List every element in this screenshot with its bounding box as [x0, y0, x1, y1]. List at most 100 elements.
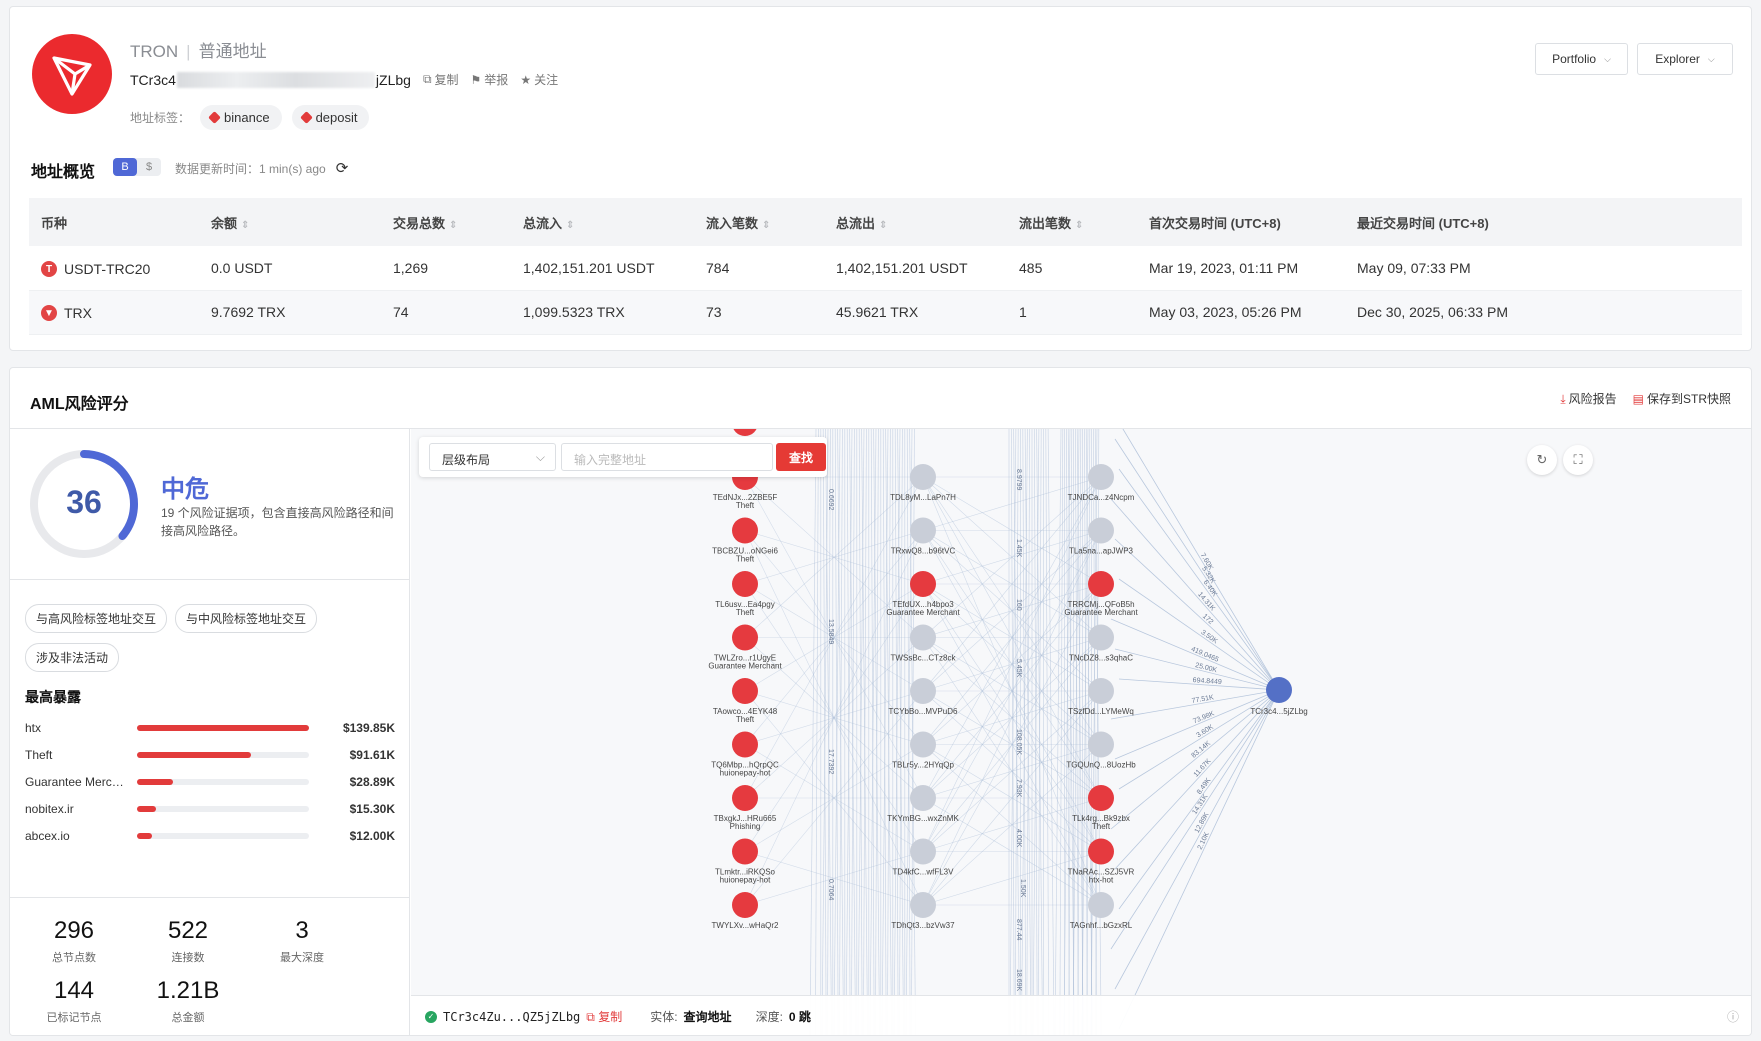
col-inflow-count[interactable]: 流入笔数 ⇕ [694, 198, 824, 246]
refresh-icon: ↻ [1536, 452, 1548, 467]
sort-icon: ⇕ [449, 219, 458, 231]
exposure-bar-fill [137, 724, 309, 731]
exposure-name: htx [25, 720, 42, 735]
exposure-name: abcex.io [25, 828, 70, 843]
reset-view-button[interactable]: ↻ [1527, 445, 1557, 475]
entity-label: 实体: [650, 1010, 678, 1024]
graph-toolbar: 层级布局 ⌵ 输入完整地址 查找 [419, 437, 827, 477]
graph-edge [827, 429, 831, 1035]
search-button[interactable]: 查找 [776, 443, 826, 471]
info-icon[interactable]: ⓘ [1727, 1008, 1739, 1025]
edge-label: 13.5849 [827, 619, 834, 644]
chip-illegal-activity[interactable]: 涉及非法活动 [25, 643, 120, 672]
fullscreen-button[interactable]: ⛶ [1563, 445, 1593, 475]
graph-canvas[interactable]: 7.60K5.32K6.40K14.31K1723.50K419.046525.… [411, 429, 1752, 1036]
toggle-usd[interactable]: $ [137, 158, 161, 176]
node-label: TJNDCa...z4Ncpm [1068, 493, 1135, 502]
tag-deposit[interactable]: deposit [291, 105, 370, 130]
report-button[interactable]: ⚑ 举报 [471, 71, 509, 88]
node-tag: Phishing [730, 822, 761, 831]
address-node [910, 892, 936, 918]
cell: 1,402,151.201 USDT [511, 246, 694, 291]
edge-label: 877.44 [1015, 919, 1022, 941]
chain-name: TRON [130, 42, 179, 61]
risk-node [732, 517, 758, 544]
risk-node [732, 624, 758, 651]
exposure-row[interactable]: abcex.io $12.00K [25, 822, 395, 849]
currency-toggle[interactable]: B $ [113, 158, 161, 176]
edge-label: 0.7064 [827, 879, 834, 901]
address-prefix: TCr3c4 [130, 71, 176, 88]
chip-high-risk-interaction[interactable]: 与高风险标签地址交互 [25, 604, 168, 633]
transaction-graph[interactable]: 7.60K 5.32K 6.40K 14.31K 172 3.50K 419.0465 25.… [411, 429, 1752, 1036]
cell: May 03, 2023, 05:26 PM [1137, 290, 1345, 335]
exposure-row[interactable]: Theft $91.61K [25, 741, 395, 768]
graph-edge [851, 429, 855, 1035]
exposure-row[interactable]: nobitex.ir $15.30K [25, 795, 395, 822]
tags-label: 地址标签： [130, 111, 191, 125]
edge-label: 108.05K [1015, 729, 1022, 755]
risk-node [733, 429, 757, 436]
node-label: TLa5na...apJWP3 [1069, 547, 1134, 556]
toggle-btc[interactable]: B [113, 158, 137, 176]
col-tx-count[interactable]: 交易总数 ⇕ [381, 198, 511, 246]
cell: 1,269 [381, 246, 511, 291]
graph-edge [809, 429, 817, 1035]
exposure-bar-fill [137, 751, 251, 758]
exposure-list: htx $139.85K Theft $91.61K Guarantee Merchan… [25, 714, 395, 849]
risk-report-button[interactable]: ⤓ 风险报告 [1560, 390, 1616, 407]
selected-address: TCr3c4Zu...QZ5jZLbg [443, 1009, 581, 1024]
aml-card: AML风险评分 ⤓ 风险报告 ▤ 保存到STR快照 36 中危 19 个风险证据项，… [9, 367, 1752, 1036]
address-tags: 地址标签： binance deposit [130, 105, 370, 130]
exposure-name: nobitex.ir [25, 801, 74, 816]
flag-icon: ⚑ [470, 72, 482, 87]
col-outflow[interactable]: 总流出 ⇕ [824, 198, 1007, 246]
chevron-down-icon: ⌵ [1604, 53, 1611, 64]
tag-binance[interactable]: binance [200, 105, 282, 130]
address-search-input[interactable]: 输入完整地址 [561, 443, 773, 471]
copy-address-button[interactable]: ⧉ 复制 [423, 71, 459, 88]
refresh-icon[interactable]: ⟳ [336, 159, 349, 177]
cell: 74 [381, 290, 511, 335]
node-tag: Theft [736, 608, 755, 617]
chip-medium-risk-interaction[interactable]: 与中风险标签地址交互 [175, 604, 318, 633]
exposure-title: 最高暴露 [25, 689, 81, 705]
fullscreen-icon: ⛶ [1573, 452, 1583, 467]
depth-value: 0 跳 [788, 1010, 811, 1024]
col-inflow[interactable]: 总流入 ⇕ [511, 198, 694, 246]
chevron-down-icon: ⌵ [535, 450, 545, 464]
node-tag: Guarantee Merchant [886, 608, 960, 617]
node-label: TWYLXv...wHaQr2 [712, 921, 780, 930]
col-balance[interactable]: 余额 ⇕ [199, 198, 381, 246]
col-outflow-count[interactable]: 流出笔数 ⇕ [1007, 198, 1137, 246]
edge-label: 0.6692 [827, 489, 834, 511]
address-suffix: jZLbg [375, 71, 411, 88]
save-str-button[interactable]: ▤ 保存到STR快照 [1633, 390, 1731, 407]
cell: 1,099.5323 TRX [511, 290, 694, 335]
explorer-dropdown[interactable]: Explorer ⌵ [1637, 43, 1733, 75]
exposure-row[interactable]: htx $139.85K [25, 714, 395, 741]
edge-label: 160 [1015, 599, 1022, 611]
graph-edge [863, 429, 867, 1035]
copy-selected-button[interactable]: ⧉ 复制 [586, 1008, 622, 1025]
edge-label: 14.31K [1191, 793, 1209, 816]
exposure-row[interactable]: Guarantee Merchant $28.89K [25, 768, 395, 795]
star-icon: ★ [520, 72, 532, 87]
node-label: TSzfDd...LYMeWq [1068, 707, 1134, 716]
follow-button[interactable]: ★ 关注 [520, 71, 558, 88]
portfolio-dropdown[interactable]: Portfolio ⌵ [1535, 43, 1628, 75]
node-label: TWSsBc...CTz8ck [891, 654, 957, 663]
layout-select[interactable]: 层级布局 ⌵ [429, 443, 556, 471]
risk-score: 36 [66, 484, 102, 520]
tag-label: binance [224, 110, 270, 125]
table-row[interactable]: T USDT-TRC20 0.0 USDT 1,269 1,402,151.201… [29, 246, 1742, 291]
report-label: 举报 [484, 73, 509, 87]
risk-node [732, 892, 758, 918]
exposure-bar [137, 805, 309, 812]
edge-label: 1.50K [1019, 879, 1026, 898]
node-tag: Theft [736, 555, 755, 564]
cell: 1,402,151.201 USDT [824, 246, 1007, 291]
copy-icon: ⧉ [422, 72, 432, 86]
stat-total-nodes: 296 总节点数 [52, 917, 96, 964]
table-row[interactable]: ▼ TRX 9.7692 TRX 74 1,099.5323 TRX 73 45.… [29, 290, 1742, 335]
